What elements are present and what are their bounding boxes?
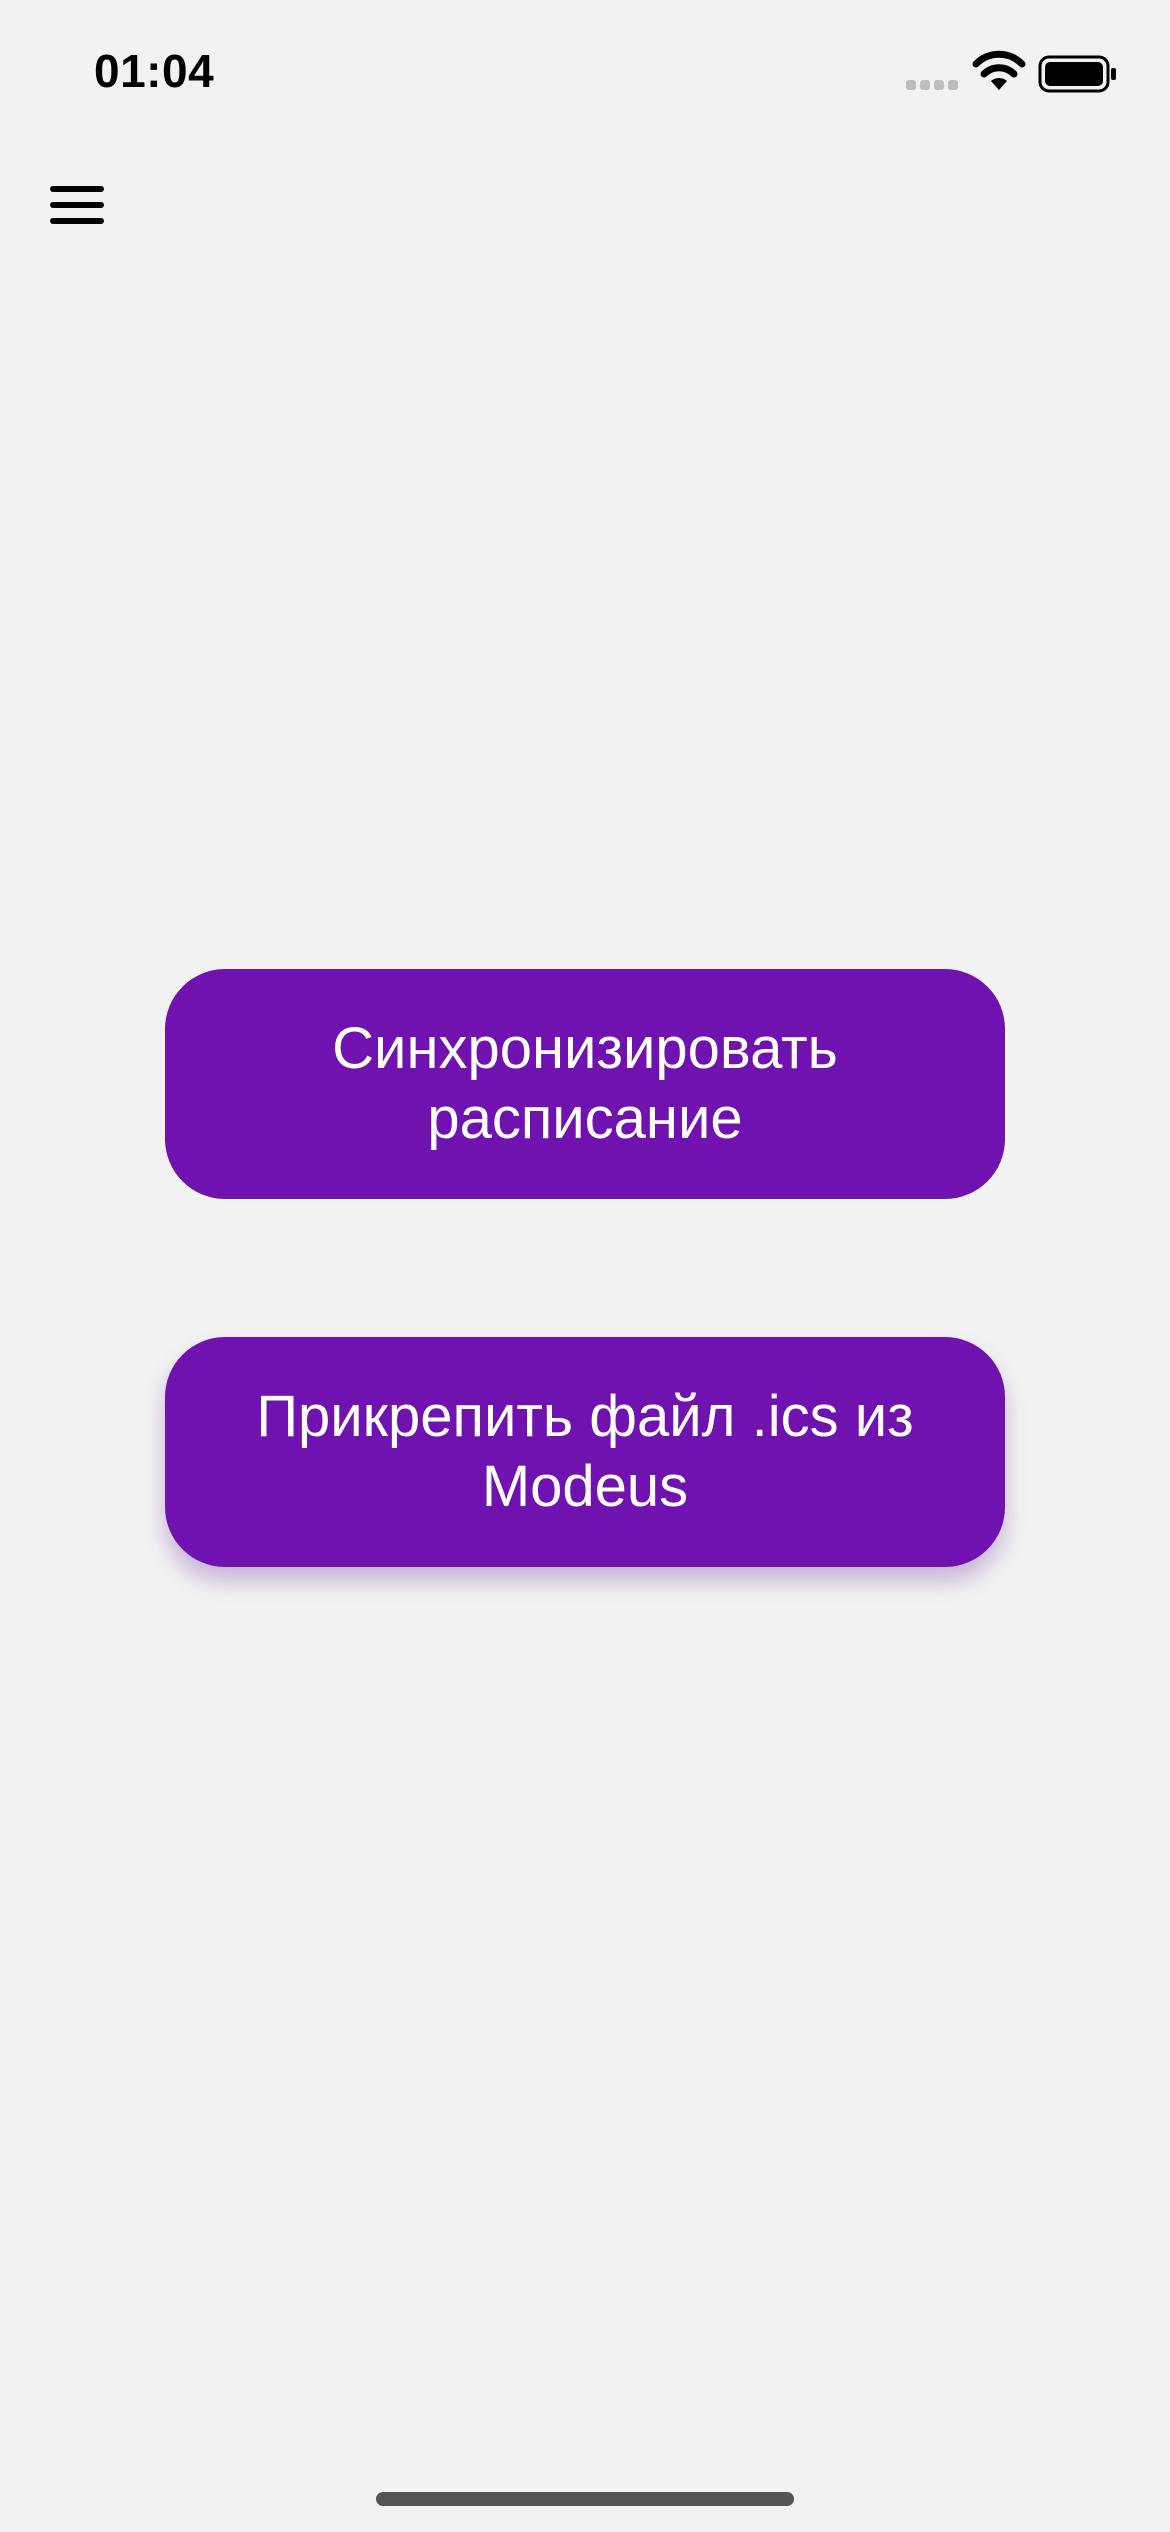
battery-icon (1038, 55, 1116, 93)
hamburger-menu-icon[interactable] (46, 178, 110, 232)
wifi-icon (972, 50, 1026, 90)
menu-line-middle (50, 202, 104, 208)
sync-schedule-button-label: Синхронизировать расписание (332, 1016, 838, 1151)
status-time: 01:04 (94, 45, 215, 97)
signal-icon (906, 80, 958, 92)
attach-ics-button-label: Прикрепить файл .ics из Modeus (256, 1384, 914, 1519)
home-indicator[interactable] (376, 2492, 794, 2506)
sync-schedule-button[interactable]: Синхронизировать расписание (165, 969, 1005, 1199)
status-bar: 01:04 (0, 0, 1170, 150)
attach-ics-button[interactable]: Прикрепить файл .ics из Modeus (165, 1337, 1005, 1567)
menu-line-bottom (50, 218, 104, 224)
menu-line-top (50, 186, 104, 192)
